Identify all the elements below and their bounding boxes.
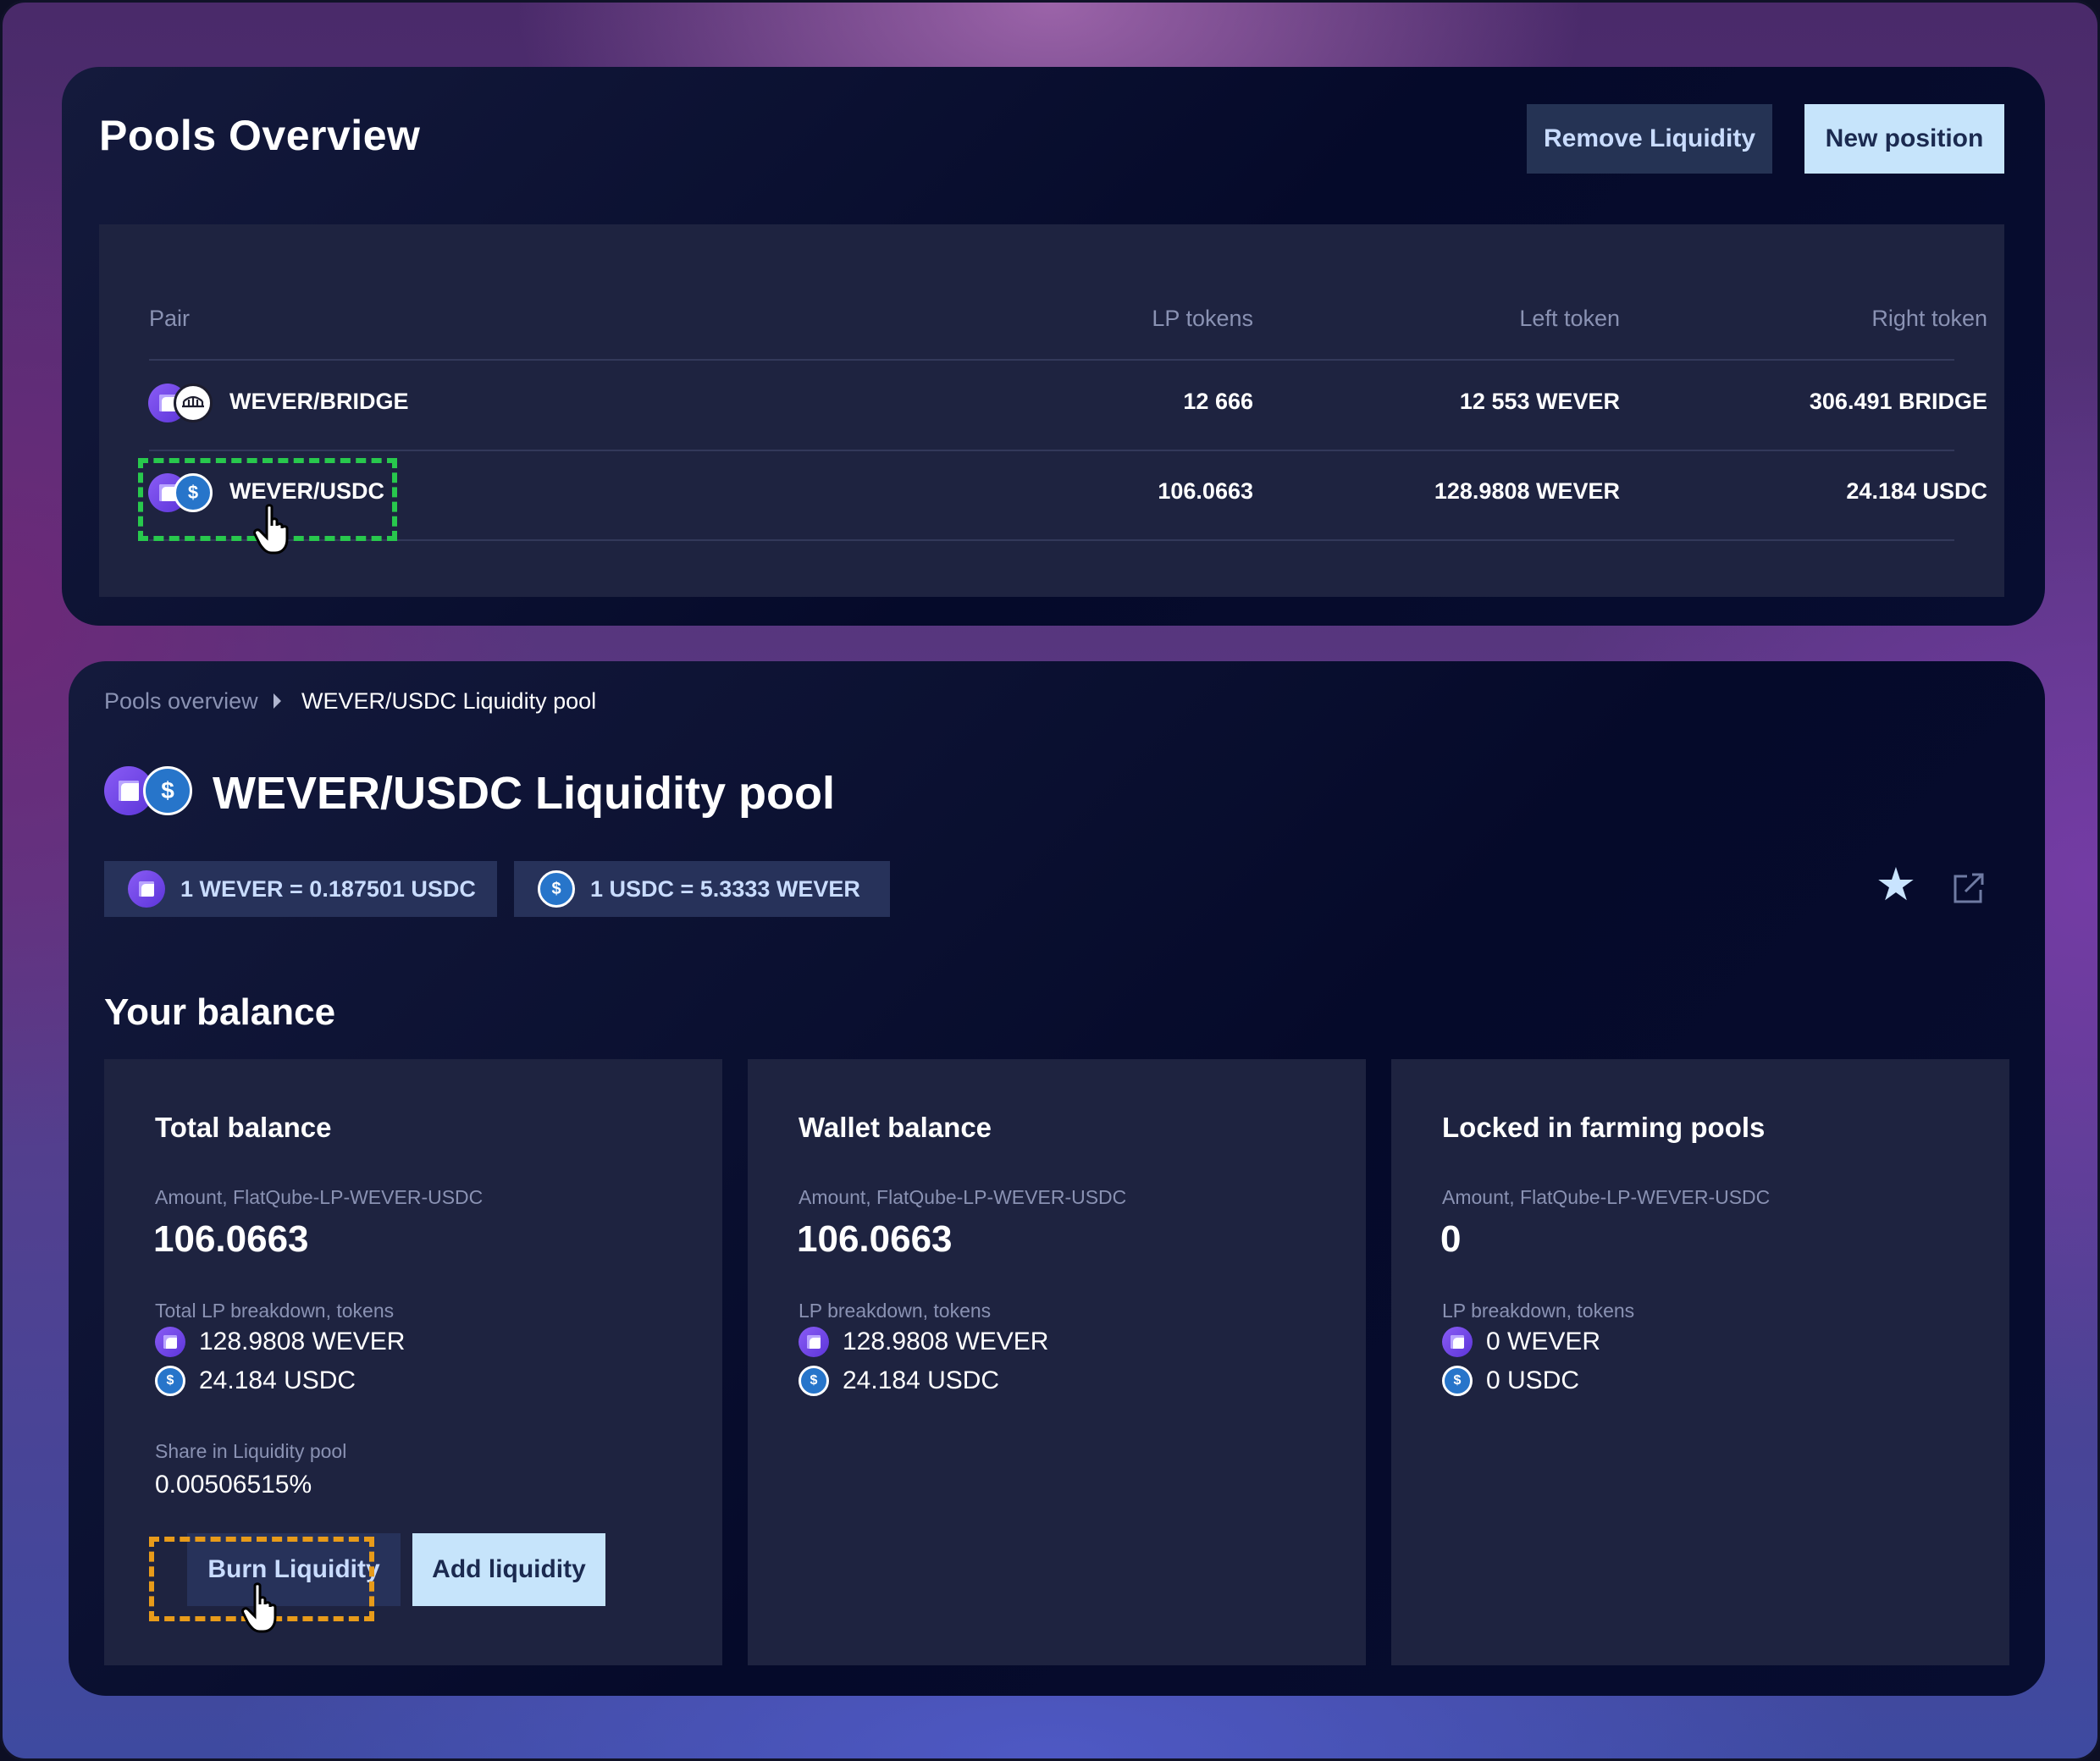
card-title: Total balance [155, 1112, 332, 1143]
share-label: Share in Liquidity pool [155, 1440, 347, 1462]
breakdown-usdc: $ 24.184 USDC [799, 1366, 999, 1396]
left-token-value: 128.9808 WEVER [1434, 478, 1620, 504]
wever-icon [799, 1327, 829, 1357]
amount-value: 106.0663 [153, 1218, 309, 1260]
breakdown-wever: 128.9808 WEVER [155, 1327, 405, 1357]
breakdown-label: LP breakdown, tokens [799, 1300, 992, 1322]
your-balance-heading: Your balance [104, 991, 336, 1033]
token-amount: 24.184 USDC [199, 1366, 356, 1394]
amount-label: Amount, FlatQube-LP-WEVER-USDC [155, 1186, 484, 1208]
wever-icon [1442, 1327, 1473, 1357]
pool-title: WEVER/USDC Liquidity pool [213, 768, 835, 819]
column-header-left-token[interactable]: Left token [1315, 306, 1620, 332]
pool-title-icons: $ [104, 766, 197, 820]
rate-badge-wever: 1 WEVER = 0.187501 USDC [104, 861, 497, 917]
column-header-lp-tokens[interactable]: LP tokens [948, 306, 1253, 332]
token-amount: 24.184 USDC [843, 1366, 1000, 1394]
breadcrumb-current: WEVER/USDC Liquidity pool [301, 688, 597, 714]
breakdown-usdc: $ 24.184 USDC [155, 1366, 356, 1396]
rate-text: 1 USDC = 5.3333 WEVER [590, 875, 860, 902]
card-title: Wallet balance [799, 1112, 992, 1143]
pools-table: Pair LP tokens Left token Right token WE… [99, 224, 2004, 597]
usdc-icon: $ [538, 870, 575, 908]
new-position-button[interactable]: New position [1804, 104, 2004, 174]
page-title: Pools Overview [99, 112, 421, 159]
breakdown-label: LP breakdown, tokens [1442, 1300, 1635, 1322]
breakdown-wever: 0 WEVER [1442, 1327, 1600, 1357]
rate-text: 1 WEVER = 0.187501 USDC [180, 875, 476, 902]
usdc-icon: $ [1442, 1366, 1473, 1396]
star-icon[interactable]: ★ [1872, 861, 1920, 908]
amount-label: Amount, FlatQube-LP-WEVER-USDC [799, 1186, 1127, 1208]
left-token-value: 12 553 WEVER [1459, 389, 1620, 414]
column-header-pair[interactable]: Pair [149, 306, 190, 332]
breadcrumb-parent[interactable]: Pools overview [104, 688, 258, 715]
hand-cursor-icon [241, 1582, 277, 1633]
right-token-value: 24.184 USDC [1846, 478, 1987, 504]
usdc-icon: $ [155, 1366, 185, 1396]
external-link-icon[interactable] [1952, 871, 1986, 905]
usdc-icon: $ [143, 766, 192, 815]
amount-value: 0 [1440, 1218, 1462, 1260]
row-divider [149, 539, 1954, 541]
right-token-value: 306.491 BRIDGE [1809, 389, 1987, 414]
breadcrumb-chevron-icon [274, 693, 281, 709]
token-amount: 128.9808 WEVER [843, 1328, 1049, 1355]
token-amount: 128.9808 WEVER [199, 1328, 406, 1355]
app-window: Pools Overview Remove Liquidity New posi… [0, 0, 2100, 1761]
table-row[interactable]: WEVER/BRIDGE 12 666 12 553 WEVER 306.491… [99, 360, 2004, 448]
amount-value: 106.0663 [797, 1218, 953, 1260]
token-amount: 0 WEVER [1486, 1328, 1601, 1355]
pair-name: WEVER/BRIDGE [229, 389, 409, 414]
wever-icon [128, 870, 165, 908]
amount-label: Amount, FlatQube-LP-WEVER-USDC [1442, 1186, 1771, 1208]
lp-tokens-value: 12 666 [1183, 389, 1253, 414]
breakdown-usdc: $ 0 USDC [1442, 1366, 1579, 1396]
hand-cursor-icon [253, 504, 289, 555]
token-amount: 0 USDC [1486, 1366, 1580, 1394]
wever-icon [155, 1327, 185, 1357]
share-value: 0.00506515% [155, 1471, 312, 1499]
rate-badge-usdc: $ 1 USDC = 5.3333 WEVER [514, 861, 890, 917]
locked-farming-card: Locked in farming pools Amount, FlatQube… [1391, 1059, 2009, 1665]
pair-icons [148, 384, 216, 426]
add-liquidity-button[interactable]: Add liquidity [412, 1533, 605, 1606]
pools-overview-card: Pools Overview Remove Liquidity New posi… [62, 67, 2045, 626]
lp-tokens-value: 106.0663 [1158, 478, 1253, 504]
breakdown-wever: 128.9808 WEVER [799, 1327, 1048, 1357]
usdc-icon: $ [799, 1366, 829, 1396]
breakdown-label: Total LP breakdown, tokens [155, 1300, 395, 1322]
remove-liquidity-button[interactable]: Remove Liquidity [1527, 104, 1772, 174]
card-title: Locked in farming pools [1442, 1112, 1766, 1143]
wallet-balance-card: Wallet balance Amount, FlatQube-LP-WEVER… [748, 1059, 1366, 1665]
column-header-right-token[interactable]: Right token [1683, 306, 1987, 332]
bridge-icon [174, 384, 213, 422]
